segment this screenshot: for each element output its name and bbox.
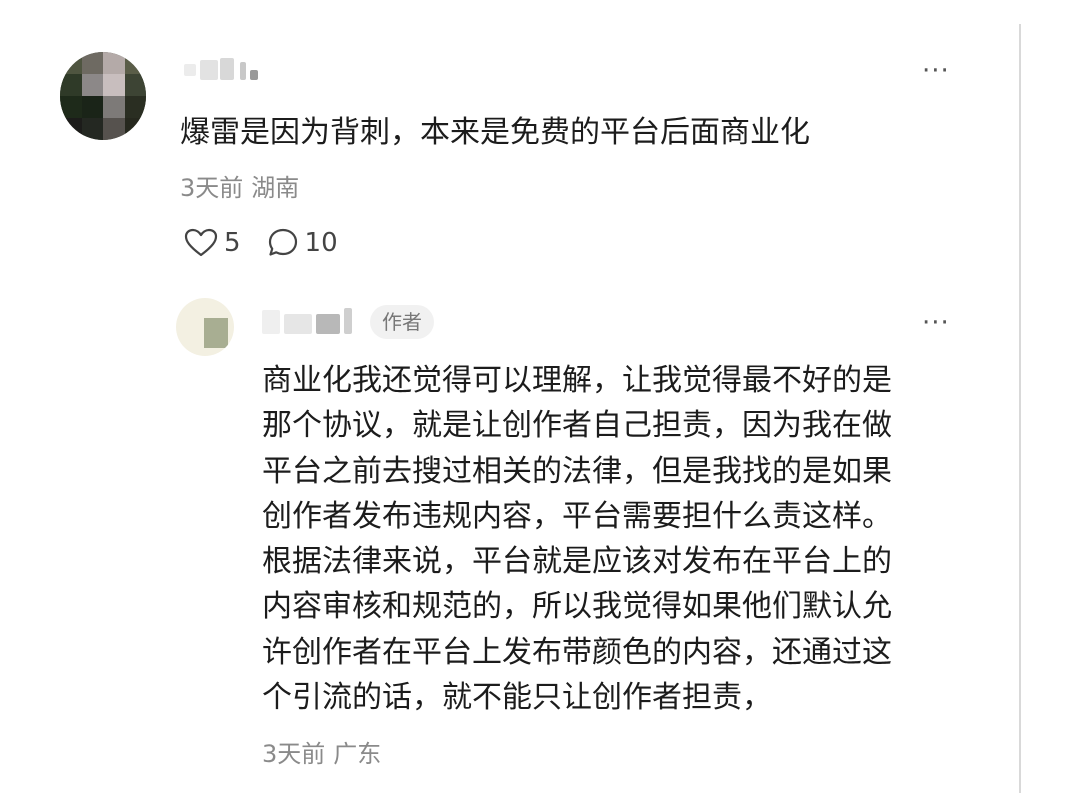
comment-location: 湖南 <box>251 174 300 202</box>
like-button[interactable]: 5 <box>184 228 241 258</box>
reply-time: 3天前 <box>262 740 326 768</box>
comment-text: 爆雷是因为背刺，本来是免费的平台后面商业化 <box>180 115 810 150</box>
reply-text-line: 商业化我还觉得可以理解，让我觉得最不好的是 <box>262 363 892 398</box>
comment-thread: ··· 爆雷是因为背刺，本来是免费的平台后面商业化 3天前 湖南 5 10 作者 … <box>0 0 1080 793</box>
like-count: 5 <box>224 228 241 258</box>
reply-location: 广东 <box>333 740 382 768</box>
heart-outline-icon <box>184 228 218 257</box>
author-badge: 作者 <box>370 305 434 339</box>
username-blurred[interactable] <box>180 56 280 86</box>
reply-avatar[interactable] <box>176 298 234 356</box>
reply-text-line: 平台之前去搜过相关的法律，但是我找的是如果 <box>262 453 892 489</box>
reply-username-blurred[interactable] <box>262 304 362 340</box>
reply-text-line: 许创作者在平台上发布带颜色的内容，还通过这 <box>262 634 892 670</box>
more-dots-icon[interactable]: ··· <box>922 56 950 86</box>
reply-text-line: 个引流的话，就不能只让创作者担责， <box>262 680 772 716</box>
more-dots-icon[interactable]: ··· <box>922 308 950 338</box>
reply-text: 商业化我还觉得可以理解，让我觉得最不好的是 那个协议，就是让创作者自己担责，因为… <box>262 358 962 720</box>
reply-meta: 3天前 广东 <box>262 738 381 770</box>
reply-text-line: 那个协议，就是让创作者自己担责，因为我在做 <box>262 408 892 444</box>
reply-count: 10 <box>304 228 338 258</box>
comment-actions: 5 10 <box>184 226 364 260</box>
comment-time: 3天前 <box>180 174 244 202</box>
reply-text-line: 根据法律来说，平台就是应该对发布在平台上的 <box>262 544 892 580</box>
chat-bubble-icon <box>268 228 297 256</box>
reply-text-line: 创作者发布违规内容，平台需要担什么责这样。 <box>262 498 892 534</box>
comment-meta: 3天前 湖南 <box>180 172 299 204</box>
reply-text-line: 内容审核和规范的，所以我觉得如果他们默认允 <box>262 589 892 625</box>
reply-button[interactable]: 10 <box>267 227 338 259</box>
scrollbar-divider <box>1019 24 1021 793</box>
avatar[interactable] <box>60 52 146 140</box>
